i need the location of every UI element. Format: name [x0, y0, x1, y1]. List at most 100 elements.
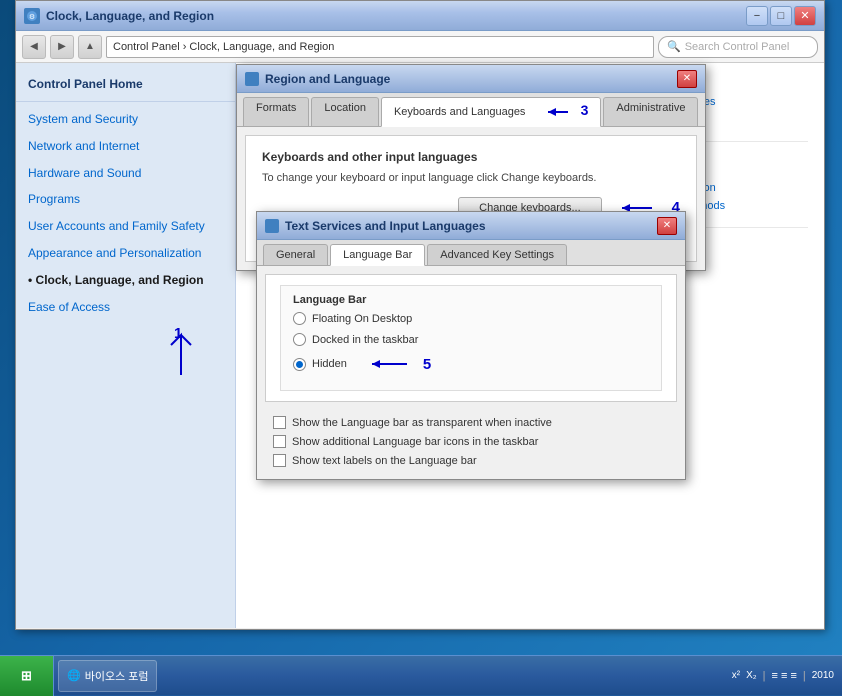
language-bar-checkboxes: Show the Language bar as transparent whe… — [257, 410, 685, 479]
checkbox-transparent: Show the Language bar as transparent whe… — [273, 416, 669, 429]
text-services-icon — [265, 219, 279, 233]
checkbox-additional-icons-box[interactable] — [273, 435, 286, 448]
taskbar: ⊞ 🌐 바이오스 포럼 x² X₂ | ≡ ≡ ≡ | 2010 — [0, 655, 842, 695]
control-panel-window: ⚙ Clock, Language, and Region − □ ✕ ◀ ▶ … — [15, 0, 825, 630]
checkbox-additional-icons: Show additional Language bar icons in th… — [273, 435, 669, 448]
minimize-button[interactable]: − — [746, 6, 768, 26]
radio-floating: Floating On Desktop — [293, 312, 649, 325]
taskbar-item-icon: 🌐 — [67, 669, 81, 682]
address-bar: ◀ ▶ ▲ Control Panel › Clock, Language, a… — [16, 31, 824, 63]
up-button[interactable]: ▲ — [78, 35, 102, 59]
window-title: Clock, Language, and Region — [46, 9, 740, 23]
sidebar-item-system-security[interactable]: System and Security — [16, 106, 235, 133]
region-dialog-titlebar: Region and Language ✕ — [237, 65, 705, 93]
tab-formats[interactable]: Formats — [243, 97, 309, 126]
tab-keyboards-languages[interactable]: Keyboards and Languages 3 — [381, 97, 601, 127]
ts-tab-advanced-key[interactable]: Advanced Key Settings — [427, 244, 567, 265]
keyboards-section-title: Keyboards and other input languages — [262, 150, 680, 164]
sidebar-item-user-accounts[interactable]: User Accounts and Family Safety — [16, 213, 235, 240]
tray-sep: | — [763, 670, 766, 682]
path-text: Control Panel › Clock, Language, and Reg… — [113, 41, 334, 53]
sidebar-item-ease-access[interactable]: Ease of Access — [16, 294, 235, 321]
annotation-arrow-3 — [533, 102, 578, 122]
checkbox-text-labels-label: Show text labels on the Language bar — [292, 455, 477, 467]
taskbar-item-forum[interactable]: 🌐 바이오스 포럼 — [58, 660, 157, 692]
region-dialog-close[interactable]: ✕ — [677, 70, 697, 88]
annotation-arrow-5 — [357, 354, 417, 374]
radio-docked-label: Docked in the taskbar — [312, 334, 418, 346]
sidebar-label-programs: Programs — [28, 192, 80, 206]
forward-button[interactable]: ▶ — [50, 35, 74, 59]
annotation-label-5: 5 — [423, 356, 431, 373]
clock-time: 2010 — [812, 669, 834, 682]
tab-administrative[interactable]: Administrative — [603, 97, 698, 126]
tray-x2-sub: X₂ — [746, 670, 757, 681]
sidebar-item-hardware-sound[interactable]: Hardware and Sound — [16, 160, 235, 187]
maximize-button[interactable]: □ — [770, 6, 792, 26]
taskbar-clock: 2010 — [812, 669, 834, 682]
sidebar-label-network: Network and Internet — [28, 139, 139, 153]
sidebar-label-user-accounts: User Accounts and Family Safety — [28, 219, 205, 233]
window-controls: − □ ✕ — [746, 6, 816, 26]
taskbar-item-label: 바이오스 포럼 — [85, 668, 149, 684]
tab-location[interactable]: Location — [311, 97, 379, 126]
tray-x2: x² — [732, 670, 740, 681]
keyboards-section-text: To change your keyboard or input languag… — [262, 170, 680, 187]
radio-floating-circle[interactable] — [293, 312, 306, 325]
radio-docked-circle[interactable] — [293, 333, 306, 346]
text-services-title: Text Services and Input Languages — [285, 219, 651, 233]
sidebar-item-programs[interactable]: Programs — [16, 186, 235, 213]
sidebar-label-hardware: Hardware and Sound — [28, 166, 141, 180]
language-bar-radio-group: Language Bar Floating On Desktop Docked … — [280, 285, 662, 391]
taskbar-tray: x² X₂ | ≡ ≡ ≡ | 2010 — [724, 669, 842, 682]
start-button[interactable]: ⊞ — [0, 656, 54, 696]
sidebar-item-appearance[interactable]: Appearance and Personalization — [16, 240, 235, 267]
taskbar-items: 🌐 바이오스 포럼 — [54, 660, 724, 692]
search-icon: 🔍 — [667, 40, 681, 53]
sidebar: Control Panel Home System and Security N… — [16, 63, 236, 628]
start-label: ⊞ — [21, 668, 32, 684]
search-placeholder: Search Control Panel — [685, 41, 790, 53]
back-button[interactable]: ◀ — [22, 35, 46, 59]
region-dialog-icon — [245, 72, 259, 86]
text-services-dialog: Text Services and Input Languages ✕ Gene… — [256, 211, 686, 480]
radio-hidden-label: Hidden — [312, 358, 347, 370]
svg-text:⚙: ⚙ — [29, 13, 35, 21]
text-services-content: Language Bar Floating On Desktop Docked … — [265, 274, 677, 402]
sidebar-label-clock: Clock, Language, and Region — [36, 273, 204, 287]
desktop: ⚙ Clock, Language, and Region − □ ✕ ◀ ▶ … — [0, 0, 842, 655]
radio-docked: Docked in the taskbar — [293, 333, 649, 346]
search-box[interactable]: 🔍 Search Control Panel — [658, 36, 818, 58]
language-bar-group-title: Language Bar — [293, 294, 649, 306]
window-icon: ⚙ — [24, 8, 40, 24]
tray-align-icons: ≡ ≡ ≡ — [772, 670, 797, 682]
checkbox-additional-icons-label: Show additional Language bar icons in th… — [292, 436, 538, 448]
text-services-titlebar: Text Services and Input Languages ✕ — [257, 212, 685, 240]
annotation-label-1: 1 — [174, 325, 182, 342]
address-path[interactable]: Control Panel › Clock, Language, and Reg… — [106, 36, 654, 58]
sidebar-item-network-internet[interactable]: Network and Internet — [16, 133, 235, 160]
ts-tab-general[interactable]: General — [263, 244, 328, 265]
checkbox-transparent-box[interactable] — [273, 416, 286, 429]
checkbox-transparent-label: Show the Language bar as transparent whe… — [292, 417, 552, 429]
sidebar-label-ease: Ease of Access — [28, 300, 110, 314]
sidebar-divider-1 — [16, 101, 235, 102]
radio-hidden: Hidden 5 — [293, 354, 649, 374]
checkbox-text-labels-box[interactable] — [273, 454, 286, 467]
sidebar-item-clock-language: Clock, Language, and Region — [16, 267, 235, 294]
region-dialog-title: Region and Language — [265, 72, 671, 86]
region-dialog-tabs: Formats Location Keyboards and Languages… — [237, 93, 705, 127]
radio-hidden-circle[interactable] — [293, 358, 306, 371]
sidebar-label-appearance: Appearance and Personalization — [28, 246, 201, 260]
radio-floating-label: Floating On Desktop — [312, 313, 412, 325]
text-services-tabs: General Language Bar Advanced Key Settin… — [257, 240, 685, 266]
tray-sep2: | — [803, 670, 806, 682]
close-button[interactable]: ✕ — [794, 6, 816, 26]
ts-tab-language-bar[interactable]: Language Bar — [330, 244, 425, 266]
text-services-close[interactable]: ✕ — [657, 217, 677, 235]
sidebar-label-system: System and Security — [28, 112, 138, 126]
title-bar: ⚙ Clock, Language, and Region − □ ✕ — [16, 1, 824, 31]
checkbox-text-labels: Show text labels on the Language bar — [273, 454, 669, 467]
annotation-label-3: 3 — [581, 102, 589, 118]
sidebar-home[interactable]: Control Panel Home — [16, 71, 235, 97]
